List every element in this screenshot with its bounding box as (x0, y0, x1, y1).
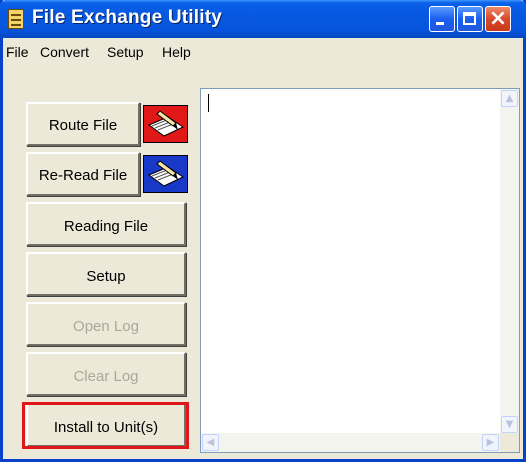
clear-log-label: Clear Log (73, 368, 139, 385)
menu-file[interactable]: File (6, 44, 29, 60)
reading-file-label: Reading File (63, 218, 149, 235)
install-highlight-box (22, 402, 189, 449)
route-file-icon[interactable] (143, 105, 188, 143)
scroll-up-icon[interactable]: ▲ (501, 90, 518, 107)
minimize-button[interactable] (429, 6, 455, 32)
window-title: File Exchange Utility (32, 7, 223, 28)
scroll-down-icon[interactable]: ▼ (501, 416, 518, 433)
app-window: File Exchange Utility × File Convert Set… (0, 0, 526, 462)
reading-file-button[interactable]: Reading File (26, 202, 186, 246)
menu-bar: File Convert Setup Help (3, 40, 523, 64)
clear-log-button[interactable]: Clear Log (26, 352, 186, 396)
scroll-left-icon[interactable]: ◀ (202, 434, 219, 451)
minimize-icon (436, 22, 444, 25)
reread-file-icon[interactable] (143, 155, 188, 193)
close-icon: × (488, 6, 508, 31)
route-file-button[interactable]: Route File (26, 102, 140, 146)
maximize-button[interactable] (457, 6, 483, 32)
setup-button[interactable]: Setup (26, 252, 186, 296)
app-icon[interactable] (8, 9, 24, 29)
menu-setup[interactable]: Setup (107, 44, 144, 60)
menu-help[interactable]: Help (162, 44, 191, 60)
vertical-scrollbar[interactable]: ▲ ▼ (500, 89, 519, 434)
menu-convert[interactable]: Convert (40, 44, 89, 60)
close-button[interactable]: × (485, 6, 511, 32)
reread-file-label: Re-Read File (38, 167, 128, 184)
scroll-right-icon[interactable]: ▶ (482, 434, 499, 451)
open-log-label: Open Log (73, 318, 139, 335)
setup-label: Setup (86, 268, 126, 285)
open-log-button[interactable]: Open Log (26, 302, 186, 346)
output-textarea[interactable]: ▲ ▼ ◀ ▶ (200, 88, 520, 453)
scrollbar-corner (500, 433, 519, 452)
route-file-label: Route File (48, 117, 118, 134)
horizontal-scrollbar[interactable]: ◀ ▶ (201, 433, 500, 452)
title-bar[interactable]: File Exchange Utility × (0, 0, 526, 38)
maximize-icon (463, 12, 476, 25)
reread-file-button[interactable]: Re-Read File (26, 152, 140, 196)
text-caret (208, 94, 209, 112)
